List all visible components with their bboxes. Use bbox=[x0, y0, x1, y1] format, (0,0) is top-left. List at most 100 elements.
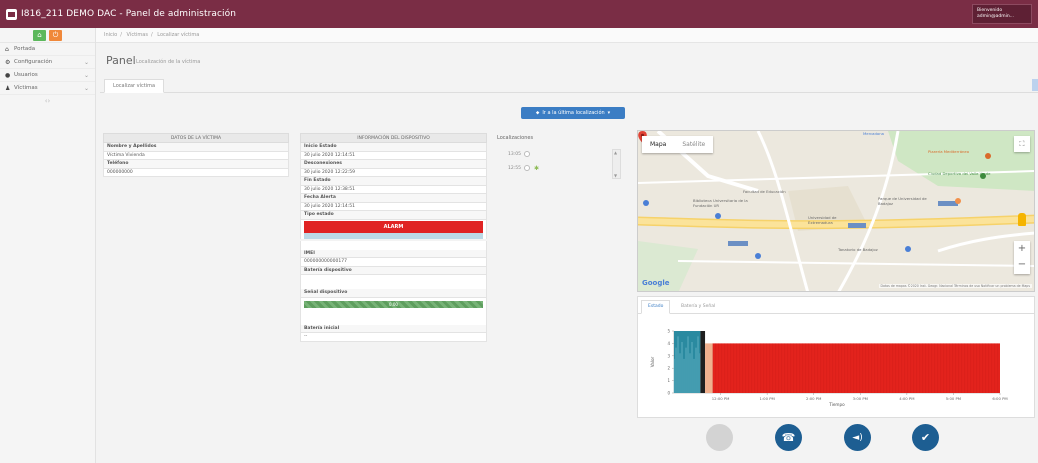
y-tick-label: 1 bbox=[667, 378, 670, 383]
cogs-icon: ⚙ bbox=[5, 58, 11, 66]
location-item[interactable]: 13:05 bbox=[497, 147, 627, 161]
user-circle-icon: ● bbox=[5, 71, 11, 79]
victim-data-header: DATOS DE LA VÍCTIMA bbox=[103, 133, 289, 143]
fullscreen-icon[interactable]: ⛶ bbox=[1014, 136, 1030, 152]
sidebar-item-label: Usuarios bbox=[14, 72, 38, 78]
x-tick-label: 2:00 PM bbox=[806, 396, 821, 401]
device-disconnections-label: Desconexiones bbox=[300, 160, 487, 169]
goto-last-location-label: Ir a la última localización bbox=[542, 110, 605, 116]
device-disconnections-value: 30 julio 2020 12:22:59 bbox=[300, 168, 487, 177]
star-icon: ✱ bbox=[534, 164, 540, 172]
x-tick-label: 3:00 PM bbox=[853, 396, 868, 401]
breadcrumb: Inicio / Víctimas / Localizar víctima bbox=[96, 28, 1038, 43]
sidebar-item-victimas[interactable]: ♟ Víctimas ⌄ bbox=[0, 82, 95, 95]
map-label: Ciudad Deportiva del Valle Verde bbox=[928, 171, 991, 176]
volume-button[interactable]: ◄) bbox=[844, 424, 871, 451]
tab-localizar-victima[interactable]: Localizar víctima bbox=[104, 79, 165, 93]
device-signal-label: Señal dispositivo bbox=[300, 289, 487, 298]
user-menu[interactable]: Bienvenido admin@admin... bbox=[972, 4, 1032, 24]
map-view[interactable]: Facultad de Educación Biblioteca Univers… bbox=[637, 130, 1035, 292]
home-icon: ⌂ bbox=[37, 31, 42, 39]
y-tick-label: 3 bbox=[667, 353, 670, 358]
y-tick-label: 0 bbox=[667, 391, 670, 396]
call-button[interactable]: ☎ bbox=[775, 424, 802, 451]
zoom-in-button[interactable]: + bbox=[1014, 241, 1030, 257]
locations-scrollbar[interactable] bbox=[612, 149, 621, 179]
map-marker-icon: ⬥ bbox=[535, 110, 540, 116]
device-end-value: 30 julio 2020 12:38:51 bbox=[300, 185, 487, 194]
victim-phone-value: 000000000 bbox=[103, 168, 289, 177]
alarm-sub-badge bbox=[304, 232, 483, 239]
zoom-out-button[interactable]: − bbox=[1014, 257, 1030, 273]
device-alert-date-value: 30 julio 2020 12:14:51 bbox=[300, 202, 487, 211]
map-label: Pizzería Mediterráneo bbox=[928, 149, 970, 154]
alarm-badge: ALARM bbox=[304, 220, 483, 233]
location-time: 13:05 bbox=[508, 151, 521, 157]
map-canvas bbox=[638, 131, 1034, 291]
tab-estado[interactable]: Estado bbox=[641, 300, 671, 314]
map-label: Tanatorio de Badajoz bbox=[838, 247, 878, 252]
device-info-panel: INFORMACIÓN DEL DISPOSITIVO Inicio Estad… bbox=[300, 133, 487, 342]
x-tick-label: 12:00 PM bbox=[712, 396, 730, 401]
power-icon: ⏻ bbox=[52, 30, 59, 39]
device-imei-value: 000000000000177 bbox=[300, 258, 487, 267]
sidebar-item-configuracion[interactable]: ⚙ Configuración ⌄ bbox=[0, 56, 95, 69]
map-label: Biblioteca Universitaria de la Fundación… bbox=[693, 198, 748, 208]
x-axis-label: Tiempo bbox=[828, 402, 845, 407]
sidebar-collapse-icon[interactable]: ‹› bbox=[0, 97, 95, 105]
breadcrumb-victimas[interactable]: Víctimas bbox=[127, 32, 148, 38]
device-end-label: Fin Estado bbox=[300, 177, 487, 186]
sidebar-item-portada[interactable]: ⌂ Portada bbox=[0, 43, 95, 56]
map-label: Mercadona bbox=[863, 131, 884, 136]
y-tick-label: 2 bbox=[667, 366, 670, 371]
map-type-tabs: Mapa Satélite bbox=[642, 136, 714, 153]
breadcrumb-home[interactable]: Inicio bbox=[104, 32, 117, 38]
power-button[interactable]: ⏻ bbox=[49, 29, 62, 41]
location-item[interactable]: 12:55 ✱ bbox=[497, 161, 627, 175]
device-state-type-label: Tipo estado bbox=[300, 211, 487, 220]
device-battery-label: Batería dispositivo bbox=[300, 266, 487, 275]
check-icon: ✔ bbox=[920, 431, 931, 444]
y-tick-label: 4 bbox=[667, 341, 670, 346]
page-title: Panel bbox=[106, 54, 136, 67]
tab-bateria-senal[interactable]: Batería y Señal bbox=[674, 300, 722, 314]
breadcrumb-current: Localizar víctima bbox=[157, 32, 200, 38]
locations-title: Localizaciones bbox=[497, 135, 534, 141]
sidebar-item-label: Portada bbox=[14, 46, 36, 52]
victim-data-panel: DATOS DE LA VÍCTIMA Nombre y Apellidos V… bbox=[103, 133, 289, 177]
map-attribution[interactable]: Datos de mapas ©2020 Inst. Geogr. Nacion… bbox=[878, 284, 1032, 288]
x-tick-label: 1:00 PM bbox=[759, 396, 774, 401]
map-tab-mapa[interactable]: Mapa bbox=[642, 136, 674, 153]
google-logo: Google bbox=[642, 279, 670, 287]
chart-bar bbox=[705, 343, 713, 393]
map-tab-satelite[interactable]: Satélite bbox=[674, 136, 713, 153]
volume-icon: ◄) bbox=[852, 432, 863, 443]
home-icon: ⌂ bbox=[5, 45, 9, 53]
victim-name-value: Víctima Vivienda bbox=[103, 151, 289, 160]
goto-last-location-button[interactable]: ⬥ Ir a la última localización ▾ bbox=[521, 107, 625, 119]
home-button[interactable]: ⌂ bbox=[33, 29, 46, 41]
device-start-value: 30 julio 2020 12:14:51 bbox=[300, 151, 487, 160]
chevron-down-icon: ⌄ bbox=[83, 58, 89, 66]
sidebar-item-label: Víctimas bbox=[14, 85, 38, 91]
x-tick-label: 4:00 PM bbox=[899, 396, 914, 401]
timeline-node-icon bbox=[524, 165, 530, 171]
users-icon: ♟ bbox=[5, 84, 11, 92]
device-alert-date-label: Fecha Alerta bbox=[300, 194, 487, 203]
panel-toggle[interactable] bbox=[1032, 79, 1038, 91]
confirm-button[interactable]: ✔ bbox=[912, 424, 939, 451]
disabled-action-button[interactable] bbox=[706, 424, 733, 451]
device-initial-battery-label: Batería inicial bbox=[300, 324, 487, 333]
map-label: Facultad de Educación bbox=[743, 189, 786, 194]
chart-bar bbox=[700, 331, 706, 393]
sidebar-item-usuarios[interactable]: ● Usuarios ⌄ bbox=[0, 69, 95, 82]
x-tick-label: 6:00 PM bbox=[992, 396, 1007, 401]
map-zoom-controls: + − bbox=[1014, 241, 1030, 274]
chevron-down-icon: ▾ bbox=[607, 110, 611, 116]
phone-icon: ☎ bbox=[781, 431, 796, 444]
street-view-icon[interactable] bbox=[1018, 213, 1026, 226]
tab-bar: Localizar víctima bbox=[100, 76, 1038, 93]
chevron-down-icon: ⌄ bbox=[83, 71, 89, 79]
victim-name-label: Nombre y Apellidos bbox=[103, 143, 289, 152]
sidebar: ⌂ ⏻ ⌂ Portada ⚙ Configuración ⌄ ● Usuari… bbox=[0, 28, 96, 463]
